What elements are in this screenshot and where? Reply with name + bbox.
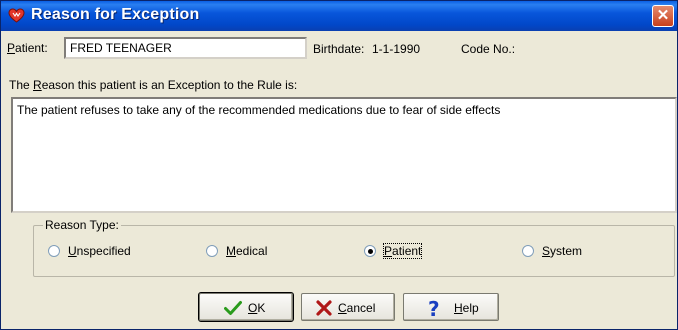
- birthdate-label: Birthdate:: [313, 42, 365, 56]
- ok-button[interactable]: OK: [198, 292, 294, 322]
- app-heart-icon: [8, 8, 25, 24]
- radio-label: Patient: [382, 243, 423, 259]
- radio-circle: [206, 245, 218, 257]
- close-button[interactable]: ✕: [652, 5, 674, 27]
- cancel-button[interactable]: Cancel: [301, 293, 395, 321]
- patient-name-field[interactable]: FRED TEENAGER: [64, 37, 307, 59]
- radio-label: System: [542, 244, 583, 258]
- reason-type-group: Reason Type: Unspecified Medical Patient…: [33, 218, 675, 277]
- radio-selected-dot: [368, 249, 373, 254]
- help-button[interactable]: ? Help: [403, 293, 499, 321]
- radio-circle: [364, 245, 376, 257]
- reason-type-legend: Reason Type:: [43, 218, 121, 232]
- birthdate-value: 1-1-1990: [372, 42, 421, 56]
- checkmark-icon: [224, 300, 242, 319]
- radio-circle: [48, 245, 60, 257]
- x-icon: [316, 300, 332, 319]
- ok-label: OK: [248, 301, 266, 315]
- patient-label: Patient:: [7, 41, 48, 55]
- question-icon: ?: [428, 297, 440, 321]
- radio-label: Medical: [226, 244, 268, 258]
- reason-prompt: The Reason this patient is an Exception …: [9, 78, 298, 92]
- code-no-label: Code No.:: [461, 42, 516, 56]
- reason-textarea[interactable]: The patient refuses to take any of the r…: [11, 97, 677, 213]
- cancel-label: Cancel: [338, 301, 376, 315]
- dialog-window: Reason for Exception ✕ Patient: FRED TEE…: [0, 0, 678, 330]
- close-icon: ✕: [656, 7, 670, 24]
- title-bar[interactable]: Reason for Exception ✕: [1, 1, 677, 31]
- window-title: Reason for Exception: [31, 6, 200, 23]
- patient-row: Patient: FRED TEENAGER Birthdate: 1-1-19…: [7, 37, 673, 63]
- radio-label: Unspecified: [68, 244, 131, 258]
- radio-circle: [522, 245, 534, 257]
- help-label: Help: [454, 301, 479, 315]
